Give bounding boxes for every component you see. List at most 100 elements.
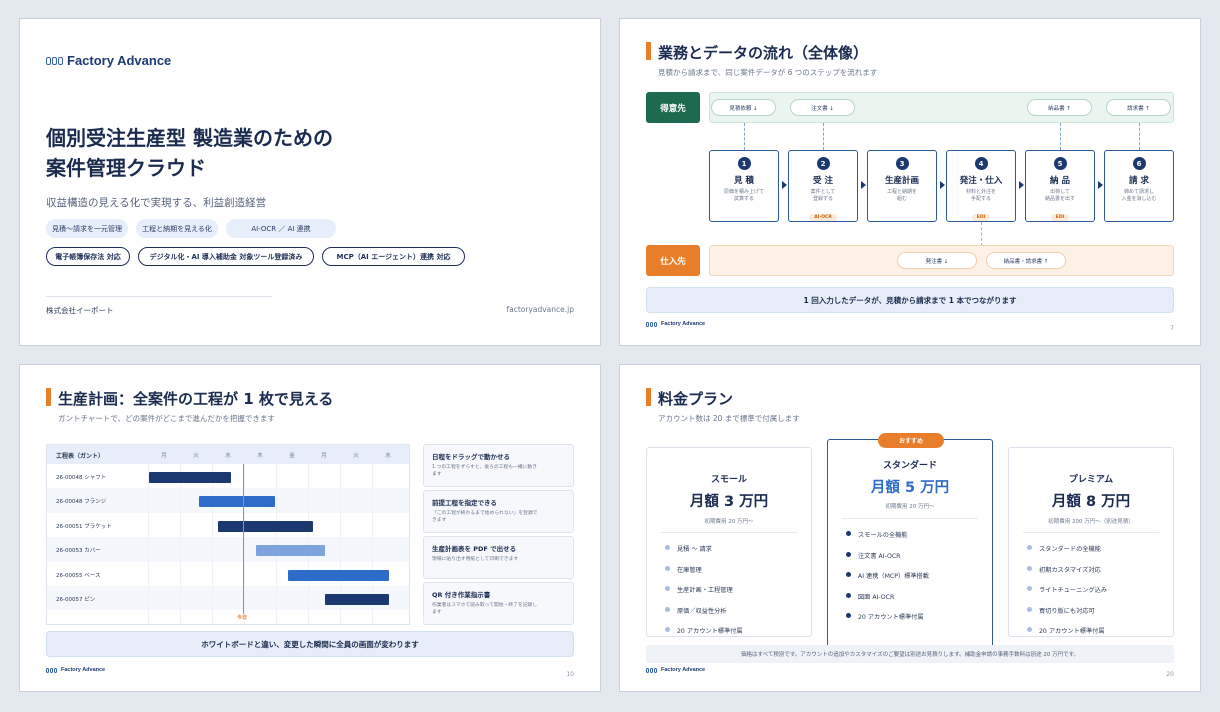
bullet-dot-icon [846, 531, 851, 536]
connector-line [981, 222, 982, 246]
plan-feature: 在庫管理 [677, 566, 702, 574]
step-number: 5 [1053, 157, 1067, 170]
feature-desc: 「この工程が終わるまで始められない」を登録で きます [432, 510, 565, 524]
step-desc-line: 手配する [970, 196, 991, 202]
doc-chip: 注文書 ↓ [790, 99, 855, 116]
gantt-bar[interactable] [288, 569, 389, 581]
step-card: 3 生産計画 工程と納期を 組む [867, 150, 937, 222]
plan-feature: 買切り版にも対応可 [1039, 607, 1095, 615]
logo-text: Factory Advance [61, 667, 106, 673]
connector-line [1060, 123, 1061, 150]
plan-price: 月額 5 万円 [870, 480, 950, 496]
today-marker [243, 464, 244, 614]
gantt-chart[interactable]: 工程表（ガント） 月 火 水 木 金 月 火 水 26-00048 シャフト 2… [46, 444, 410, 625]
step-desc-line: 原価を積み上げて [723, 189, 764, 195]
plan-feature-list: 見積 〜 請求 在庫管理 生産計画・工程管理 原価／収益性分析 20 アカウント… [665, 544, 743, 647]
doc-chip: 納品書 ↑ [1027, 99, 1092, 116]
bullet-dot-icon [665, 586, 670, 592]
plan-feature-list: スモールの全機能 注文書 AI-OCR AI 連携（MCP）標準搭載 図面 AI… [846, 530, 929, 633]
feature-desc-line: 「この工程が終わるまで始められない」を登録で [432, 511, 538, 516]
list-item: 注文書 AI-OCR [846, 551, 929, 572]
feature-pill: MCP（AI エージェント）連携 対応 [322, 247, 465, 266]
plan-card-small[interactable]: スモール 月額 3 万円 初期費用 20 万円〜 見積 〜 請求 在庫管理 生産… [646, 447, 812, 637]
step-number: 2 [816, 157, 830, 170]
customer-lane [709, 92, 1174, 123]
gantt-bar[interactable] [256, 545, 325, 557]
connector-line [1139, 123, 1140, 150]
summary-banner: 1 回入力したデータが、見積から請求まで 1 本でつながります [646, 287, 1174, 313]
page-number: 7 [1170, 325, 1174, 332]
slide-subtitle: ガントチャートで、どの案件がどこまで進んだかを把握できます [58, 414, 275, 423]
gantt-bar[interactable] [325, 594, 389, 605]
summary-banner: ホワイトボードと違い、変更した瞬間に全員の画面が変わります [46, 631, 574, 657]
step-card: 6 請 求 締めて請求し 入金を消し込む [1104, 150, 1174, 222]
connector-line [823, 123, 824, 150]
slide-gantt[interactable]: 生産計画：全案件の工程が 1 枚で見える ガントチャートで、どの案件がどこまで進… [19, 364, 601, 692]
step-name: 見 積 [734, 176, 754, 186]
gantt-bar[interactable] [199, 496, 275, 508]
plan-card-premium[interactable]: プレミアム 月額 8 万円 初期費用 200 万円〜（別途見積） スタンダードの… [1008, 447, 1174, 637]
bullet-dot-icon [846, 613, 851, 619]
step-desc-line: 組む [896, 196, 907, 202]
tag-pill: 見積〜請求を一元管理 [46, 219, 128, 238]
step-desc-line: 入金を消し込む [1121, 196, 1157, 202]
flow-arrow-icon [940, 181, 945, 189]
feature-desc-line: 作業者はスマホで読み取って開始・終了を記録し [432, 603, 538, 608]
title-accent-bar [646, 388, 651, 406]
step-desc: 原価を積み上げて 試算する [710, 189, 778, 203]
logo-mark-icon [646, 667, 657, 673]
feature-desc-line: 現場に貼り出す用紙として印刷できます [432, 557, 519, 562]
connector-line [744, 123, 745, 150]
gantt-row-label: 26-00048 フランジ [56, 499, 107, 506]
cover-title-line1: 個別受注生産型 製造業のための [46, 126, 333, 150]
list-item: 見積 〜 請求 [665, 544, 743, 565]
step-desc: 出荷して 納品書を出す [1026, 189, 1094, 203]
flow-arrow-icon [782, 181, 787, 189]
logo-text: Factory Advance [661, 321, 706, 327]
step-number: 4 [974, 157, 988, 170]
gantt-row-label: 26-00048 シャフト [56, 475, 107, 481]
plan-card-standard[interactable]: スタンダード 月額 5 万円 初期費用 20 万円〜 スモールの全機能 注文書 … [827, 439, 993, 649]
step-desc: 案件として 登録する [789, 189, 857, 203]
divider [1023, 532, 1159, 533]
step-card: 5 納 品 出荷して 納品書を出す EDI [1025, 150, 1095, 222]
slide-pricing[interactable]: 料金プラン アカウント数は 20 まで標準で付属します スモール 月額 3 万円… [619, 364, 1201, 692]
gantt-day: 木 [257, 453, 263, 459]
slide-cover[interactable]: Factory Advance 個別受注生産型 製造業のための 案件管理クラウド… [19, 18, 601, 346]
feature-desc: 1 つの工程をずらすと、後ろの工程も一緒に動き ます [432, 464, 565, 478]
slide-title: 料金プラン [658, 390, 734, 408]
gantt-day: 火 [353, 453, 359, 459]
step-desc-line: 工程と納期を [886, 189, 917, 195]
website-url[interactable]: factoryadvance.jp [506, 305, 574, 314]
list-item: AI 連携（MCP）標準搭載 [846, 571, 929, 592]
slide-flow[interactable]: 業務とデータの流れ（全体像） 見積から請求まで、同じ案件データが 6 つのステッ… [619, 18, 1201, 346]
list-item: 買切り版にも対応可 [1027, 606, 1107, 627]
step-tag: EDI [971, 214, 991, 221]
plan-feature: 20 アカウント標準付属 [677, 628, 743, 636]
divider [842, 518, 978, 519]
divider [46, 296, 272, 297]
step-desc-line: 納品書を出す [1044, 196, 1075, 202]
step-tag: AI-OCR [809, 214, 837, 221]
feature-desc-line: ます [432, 472, 442, 477]
gantt-bar[interactable] [149, 472, 231, 483]
list-item: 20 アカウント標準付属 [1027, 626, 1107, 647]
cover-title: 個別受注生産型 製造業のための 案件管理クラウド [46, 123, 333, 183]
grid-line [244, 464, 245, 624]
gantt-bar[interactable] [218, 520, 313, 532]
plan-feature: 注文書 AI-OCR [858, 552, 901, 560]
step-name: 生産計画 [884, 176, 919, 186]
bullet-dot-icon [1027, 606, 1032, 612]
gantt-day: 火 [193, 453, 199, 459]
bullet-dot-icon [665, 565, 670, 571]
step-desc: 締めて請求し 入金を消し込む [1105, 189, 1173, 203]
gantt-header: 工程表（ガント） 月 火 水 木 金 月 火 水 [47, 445, 409, 464]
step-name: 発注・仕入 [959, 176, 1003, 186]
step-number: 3 [895, 157, 909, 170]
list-item: 初期カスタマイズ対応 [1027, 565, 1107, 586]
gantt-day: 水 [385, 453, 391, 459]
list-item: 20 アカウント標準付属 [846, 612, 929, 633]
grid-line [180, 464, 181, 624]
list-item: 20 アカウント標準付属 [665, 626, 743, 647]
feature-desc-line: ます [432, 610, 442, 615]
